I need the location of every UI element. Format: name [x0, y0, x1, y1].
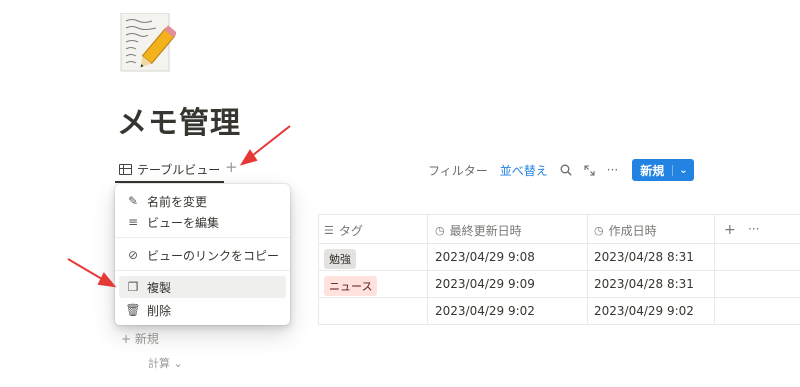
table-header-border — [318, 243, 800, 244]
arrow-icon — [67, 258, 108, 283]
arrow-head-icon — [97, 272, 117, 288]
column-divider — [587, 214, 588, 324]
column-more-button[interactable]: ··· — [748, 222, 759, 236]
column-divider — [427, 214, 428, 324]
expand-icon[interactable] — [584, 164, 595, 176]
menu-item-label: 名前を変更 — [147, 194, 208, 209]
arrow-head-icon — [239, 149, 258, 166]
row-divider — [318, 270, 800, 271]
column-header-tag[interactable]: ☰ タグ — [324, 222, 363, 239]
table-cell-created[interactable]: 2023/04/28 8:31 — [594, 277, 694, 291]
table-top-border — [318, 214, 800, 215]
memo-pencil-icon[interactable] — [120, 13, 176, 73]
arrow-icon — [247, 125, 291, 160]
menu-divider — [115, 270, 290, 271]
view-context-menu: ✎ 名前を変更 ≡ ビューを編集 ⊘ ビューのリンクをコピー ❐ 複製 🗑 削除 — [115, 184, 290, 325]
column-header-last-edited[interactable]: ◷ 最終更新日時 — [435, 222, 522, 239]
edit-icon: ✎ — [127, 194, 139, 208]
table-cell-last-edited[interactable]: 2023/04/29 9:02 — [435, 304, 535, 318]
add-view-button[interactable]: + — [225, 158, 238, 176]
link-icon: ⊘ — [127, 248, 139, 262]
table-cell-last-edited[interactable]: 2023/04/29 9:09 — [435, 277, 535, 291]
column-divider — [318, 214, 319, 324]
tag-badge: ニュース — [324, 276, 378, 296]
menu-item-label: 複製 — [147, 280, 172, 295]
table-cell-last-edited[interactable]: 2023/04/29 9:08 — [435, 250, 535, 264]
table-cell-created[interactable]: 2023/04/28 8:31 — [594, 250, 694, 264]
trash-icon: 🗑 — [125, 303, 141, 317]
row-divider — [318, 297, 800, 298]
duplicate-icon: ❐ — [127, 280, 139, 294]
menu-divider — [115, 237, 290, 238]
table-cell-created[interactable]: 2023/04/29 9:02 — [594, 304, 694, 318]
menu-item-delete[interactable]: 🗑 削除 — [119, 299, 286, 321]
search-icon[interactable] — [560, 164, 572, 176]
add-row-button[interactable]: + 新規 — [121, 330, 159, 347]
column-header-label: 作成日時 — [608, 224, 657, 238]
new-button[interactable]: 新規 ⌄ — [632, 159, 694, 181]
database-toolbar: フィルター 並べ替え ··· 新規 ⌄ — [428, 157, 694, 183]
table-icon — [119, 163, 132, 175]
menu-item-rename[interactable]: ✎ 名前を変更 — [119, 190, 286, 212]
sort-button[interactable]: 並べ替え — [500, 162, 548, 179]
column-header-label: 最終更新日時 — [449, 224, 522, 238]
clock-icon: ◷ — [594, 224, 604, 237]
new-button-label: 新規 — [640, 163, 665, 178]
menu-item-label: 削除 — [147, 303, 172, 318]
menu-item-label: ビューを編集 — [147, 215, 220, 230]
menu-item-edit-view[interactable]: ≡ ビューを編集 — [119, 211, 286, 233]
sliders-icon: ≡ — [127, 215, 139, 229]
menu-item-duplicate[interactable]: ❐ 複製 — [119, 276, 286, 298]
column-divider — [714, 214, 715, 324]
column-header-created[interactable]: ◷ 作成日時 — [594, 222, 657, 239]
clock-icon: ◷ — [435, 224, 445, 237]
list-icon: ☰ — [324, 224, 334, 237]
calculate-button[interactable]: 計算 ⌄ — [148, 355, 183, 371]
filter-button[interactable]: フィルター — [428, 162, 488, 179]
page-title[interactable]: メモ管理 — [117, 102, 241, 146]
chevron-down-icon[interactable]: ⌄ — [672, 164, 693, 176]
table-bottom-border — [318, 324, 800, 325]
add-property-button[interactable]: + — [724, 222, 736, 238]
tab-table-view[interactable]: テーブルビュー — [115, 157, 225, 183]
menu-item-copy-link[interactable]: ⊘ ビューのリンクをコピー — [119, 244, 286, 266]
tag-badge: 勉強 — [324, 249, 356, 269]
tab-table-view-label: テーブルビュー — [137, 162, 221, 177]
column-header-label: タグ — [338, 224, 363, 238]
more-options-button[interactable]: ··· — [607, 163, 618, 177]
menu-item-label: ビューのリンクをコピー — [147, 248, 280, 263]
